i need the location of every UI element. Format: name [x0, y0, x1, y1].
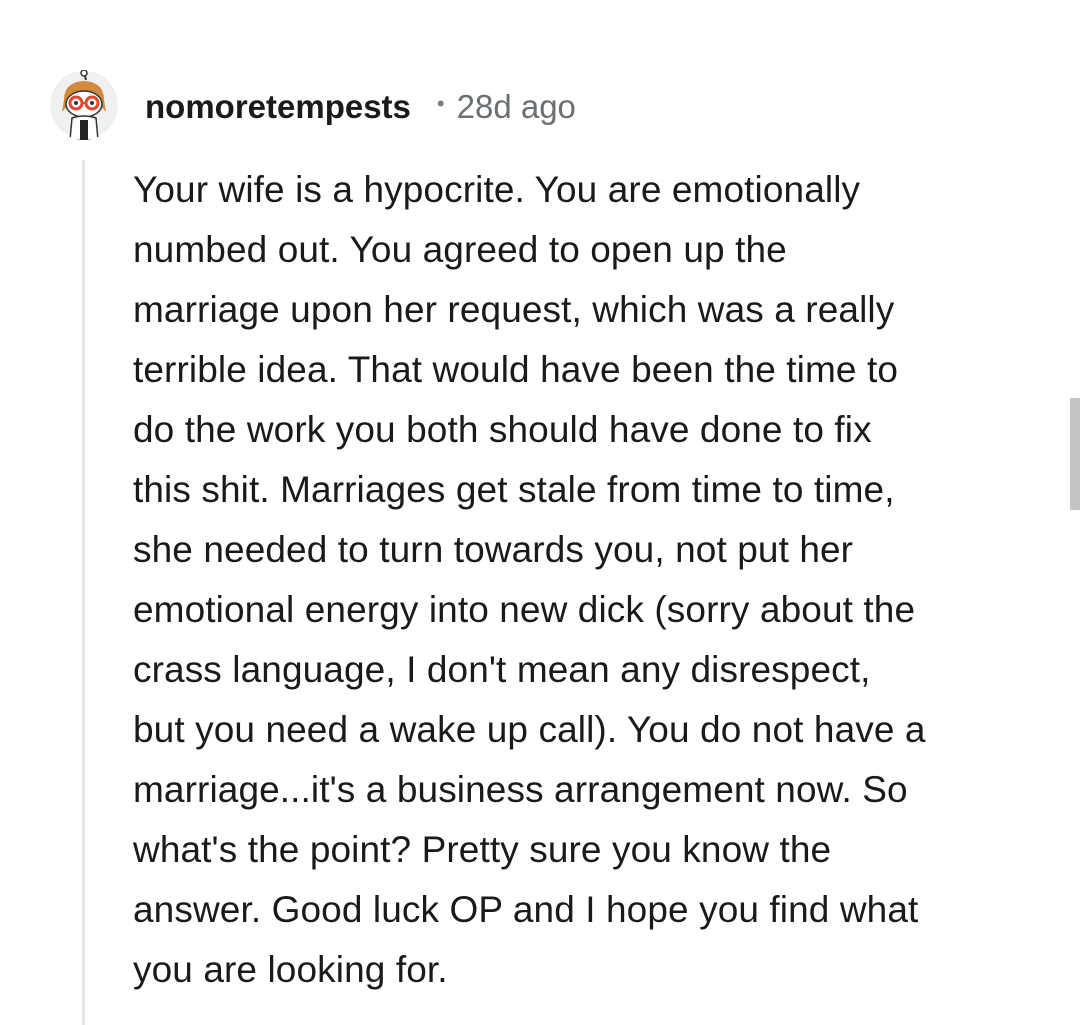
comment-body-line: what's the point? Pretty sure you know t… — [133, 829, 832, 870]
comment-body-line: numbed out. You agreed to open up the — [133, 229, 787, 270]
comment-body: Your wife is a hypocrite. You are emotio… — [133, 160, 1033, 1000]
comment-body-line: she needed to turn towards you, not put … — [133, 529, 854, 570]
comment-timestamp: 28d ago — [456, 88, 576, 125]
reddit-snoo-avatar-icon — [50, 70, 118, 140]
comment-body-line: answer. Good luck OP and I hope you find… — [133, 889, 919, 930]
comment-body-line: Your wife is a hypocrite. You are emotio… — [133, 169, 861, 210]
comment-body-line: crass language, I don't mean any disresp… — [133, 649, 871, 690]
comment-body-line: emotional energy into new dick (sorry ab… — [133, 589, 916, 630]
avatar[interactable] — [50, 70, 118, 140]
author-username[interactable]: nomoretempests — [145, 88, 411, 126]
comment-body-line: you are looking for. — [133, 949, 448, 990]
comment-body-line: terrible idea. That would have been the … — [133, 349, 899, 390]
comment: nomoretempests • 28d ago Your wife is a … — [0, 0, 1080, 1025]
thread-collapse-line[interactable] — [82, 160, 85, 1025]
comment-body-line: marriage upon her request, which was a r… — [133, 289, 895, 330]
comment-body-line: this shit. Marriages get stale from time… — [133, 469, 895, 510]
scrollbar-thumb[interactable] — [1070, 398, 1080, 510]
comment-body-line: but you need a wake up call). You do not… — [133, 709, 926, 750]
comment-header: nomoretempests • 28d ago — [145, 86, 576, 128]
comment-body-line: do the work you both should have done to… — [133, 409, 872, 450]
comment-body-line: marriage...it's a business arrangement n… — [133, 769, 908, 810]
meta-separator: • — [436, 91, 445, 116]
